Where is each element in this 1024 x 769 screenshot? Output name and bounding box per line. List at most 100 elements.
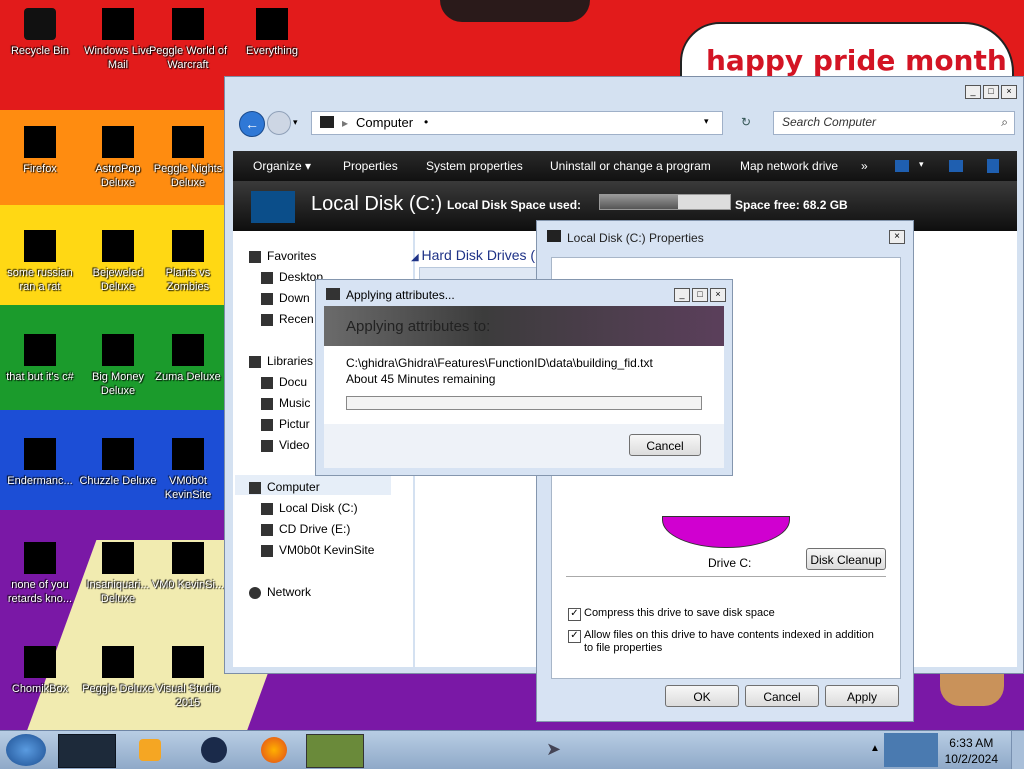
organize-button[interactable]: Organize ▾: [253, 159, 311, 173]
maximize-button[interactable]: □: [983, 85, 999, 99]
nav-cd-drive[interactable]: CD Drive (E:): [261, 522, 350, 536]
taskbar-browser-button[interactable]: [186, 734, 242, 766]
nav-local-disk[interactable]: Local Disk (C:): [261, 501, 358, 515]
map-network-drive-button[interactable]: Map network drive: [740, 159, 838, 173]
desktop-icon-chuzzle[interactable]: Chuzzle Deluxe: [78, 438, 158, 488]
view-dropdown-icon[interactable]: ▾: [919, 159, 924, 170]
show-desktop-button[interactable]: [1011, 731, 1024, 769]
desktop-icon-bejeweled[interactable]: Bejeweled Deluxe: [78, 230, 158, 294]
uninstall-program-button[interactable]: Uninstall or change a program: [550, 159, 711, 173]
recent-pages-chevron-icon[interactable]: ▾: [293, 117, 298, 128]
dialog-heading: Applying attributes to:: [346, 318, 491, 335]
tray-app-icon[interactable]: [884, 733, 938, 767]
maximize-button[interactable]: □: [692, 288, 708, 302]
index-checkbox[interactable]: ✓: [568, 630, 581, 643]
nav-music[interactable]: Music: [261, 396, 310, 410]
help-icon[interactable]: [987, 159, 999, 173]
desktop-icon-visual-studio[interactable]: Visual Studio 2015: [148, 646, 228, 710]
nav-recent[interactable]: Recen: [261, 312, 314, 326]
taskbar-firefox-button[interactable]: [246, 734, 302, 766]
desktop-icon-vm0b0t[interactable]: VM0b0t KevinSite: [148, 438, 228, 502]
minimize-button[interactable]: _: [674, 288, 690, 302]
drive-icon: [251, 191, 295, 223]
desktop-icon-peggle-nights[interactable]: Peggle Nights Deluxe: [148, 126, 228, 190]
nav-label: Libraries: [267, 354, 314, 368]
desktop-icon-plants-vs-zombies[interactable]: Plants vs Zombies: [148, 230, 228, 294]
search-icon[interactable]: ⌕: [1001, 115, 1008, 130]
nav-favorites[interactable]: Favorites: [249, 249, 316, 263]
file-path: C:\ghidra\Ghidra\Features\FunctionID\dat…: [346, 356, 653, 370]
nav-computer[interactable]: Computer: [249, 480, 320, 494]
taskbar-media-player-button[interactable]: [122, 734, 178, 766]
hard-disk-drives-group[interactable]: ◢ Hard Disk Drives (1: [411, 247, 543, 263]
address-dropdown-icon[interactable]: ▾: [704, 116, 709, 127]
desktop-icon-insaniquarium[interactable]: Insaniquari... Deluxe: [78, 542, 158, 606]
show-hidden-icons-icon[interactable]: ▲: [870, 743, 880, 754]
taskbar-chomikbox-button[interactable]: [306, 734, 364, 768]
compress-checkbox[interactable]: ✓: [568, 608, 581, 621]
desktop-icon-chomikbox[interactable]: ChomikBox: [0, 646, 80, 696]
music-icon: [261, 397, 273, 410]
preview-pane-icon[interactable]: [949, 160, 963, 172]
close-button[interactable]: ×: [889, 230, 905, 244]
nav-network[interactable]: Network: [249, 585, 311, 599]
nav-videos[interactable]: Video: [261, 438, 309, 452]
clock[interactable]: 6:33 AM 10/2/2024: [945, 735, 998, 767]
dialog-title: Applying attributes...: [346, 288, 455, 302]
desktop-icon-peggle-wow[interactable]: Peggle World of Warcraft: [148, 8, 228, 72]
ok-button[interactable]: OK: [665, 685, 739, 707]
nav-libraries[interactable]: Libraries: [249, 354, 313, 368]
close-button[interactable]: ×: [1001, 85, 1017, 99]
nav-documents[interactable]: Docu: [261, 375, 307, 389]
taskbar: ➤ ▲ 6:33 AM 10/2/2024: [0, 730, 1024, 769]
minimize-button[interactable]: _: [965, 85, 981, 99]
peggle-deluxe-icon: [102, 646, 134, 678]
desktop-icon-label: ChomikBox: [11, 683, 69, 695]
desktop-icon-endermanch[interactable]: Endermanc...: [0, 438, 80, 488]
endermanch-icon: [24, 438, 56, 470]
explorer-window-controls: _ □ ×: [963, 83, 1017, 99]
command-bar: Organize ▾ Properties System properties …: [233, 151, 1017, 181]
disk-cleanup-button[interactable]: Disk Cleanup: [806, 548, 886, 570]
desktop-icon-none-of-you[interactable]: none of you retards kno...: [0, 542, 80, 606]
desktop-icon-vm0-kevinsite[interactable]: VM0 KevinSi...: [148, 542, 228, 592]
desktop-icon-astropop[interactable]: AstroPop Deluxe: [78, 126, 158, 190]
star-icon: [249, 250, 261, 263]
desktop-icon-csharp[interactable]: that but it's c#: [0, 334, 80, 384]
desktop-icon-big-money[interactable]: Big Money Deluxe: [78, 334, 158, 398]
address-bar[interactable]: ▸ Computer • ▾: [311, 111, 723, 135]
nav-desktop[interactable]: Desktop: [261, 270, 323, 284]
desktop-icon-peggle-deluxe[interactable]: Peggle Deluxe: [78, 646, 158, 696]
pictures-icon: [261, 418, 273, 431]
more-commands-button[interactable]: »: [861, 159, 868, 173]
desktop-icon-recycle-bin[interactable]: Recycle Bin: [0, 8, 80, 58]
refresh-icon[interactable]: ↻: [741, 115, 751, 129]
address-arrow-icon[interactable]: ▸: [342, 116, 348, 130]
cancel-button[interactable]: Cancel: [629, 434, 701, 456]
desktop-icon-russian-rat[interactable]: some russian ran a rat: [0, 230, 80, 294]
close-button[interactable]: ×: [710, 288, 726, 302]
view-icon[interactable]: [895, 160, 909, 172]
globe-icon: [201, 737, 227, 763]
videos-icon: [261, 439, 273, 452]
background-decoration-top: [440, 0, 590, 22]
nav-pictures[interactable]: Pictur: [261, 417, 310, 431]
taskbar-explorer-button[interactable]: [58, 734, 116, 768]
desktop-icon-zuma[interactable]: Zuma Deluxe: [148, 334, 228, 384]
desktop-icon-firefox[interactable]: Firefox: [0, 126, 80, 176]
desktop-icon-windows-live-mail[interactable]: Windows Live Mail: [78, 8, 158, 72]
nav-vm-site[interactable]: VM0b0t KevinSite: [261, 543, 374, 557]
start-button[interactable]: [6, 734, 46, 766]
cancel-button[interactable]: Cancel: [745, 685, 819, 707]
documents-icon: [261, 376, 273, 389]
desktop-icon-everything[interactable]: Everything: [232, 8, 312, 58]
back-button[interactable]: ←: [239, 111, 265, 137]
search-input[interactable]: Search Computer ⌕: [773, 111, 1015, 135]
nav-downloads[interactable]: Down: [261, 291, 310, 305]
apply-button[interactable]: Apply: [825, 685, 899, 707]
properties-button[interactable]: Properties: [343, 159, 398, 173]
forward-button[interactable]: [267, 111, 291, 135]
system-properties-button[interactable]: System properties: [426, 159, 523, 173]
desktop-icon-label: Peggle Deluxe: [82, 683, 154, 695]
address-text: Computer: [356, 115, 414, 130]
